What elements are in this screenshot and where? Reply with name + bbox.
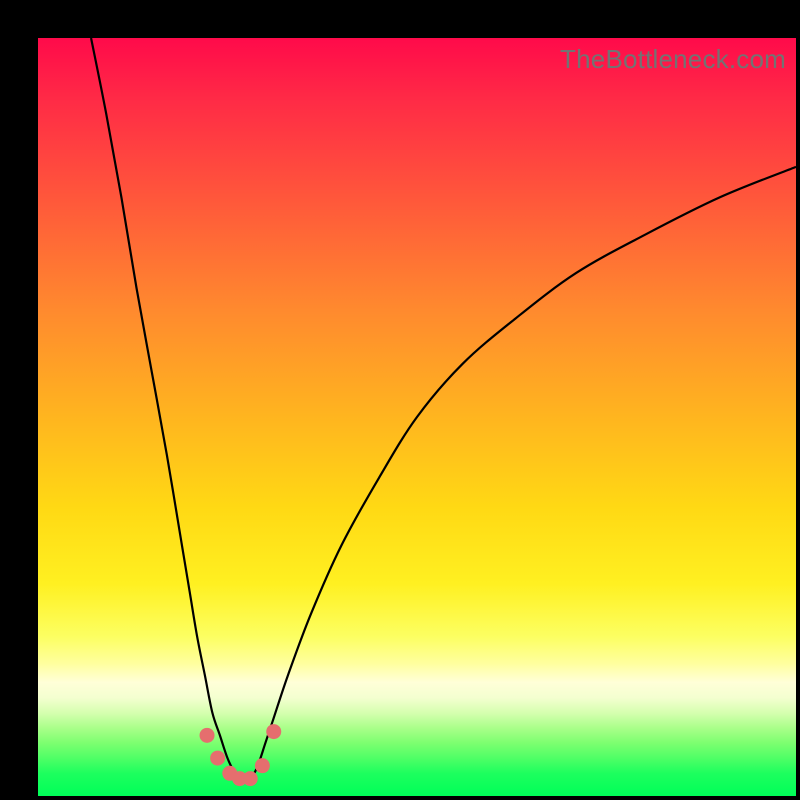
left-curve [91, 38, 243, 781]
marker-dot [243, 771, 258, 786]
curve-layer [38, 38, 796, 796]
marker-dot [210, 751, 225, 766]
marker-dot [266, 724, 281, 739]
plot-area: TheBottleneck.com [38, 38, 796, 796]
right-curve [250, 167, 796, 781]
marker-dot [200, 728, 215, 743]
chart-frame: TheBottleneck.com [0, 0, 800, 800]
marker-dot [255, 758, 270, 773]
marker-cluster [200, 724, 282, 786]
